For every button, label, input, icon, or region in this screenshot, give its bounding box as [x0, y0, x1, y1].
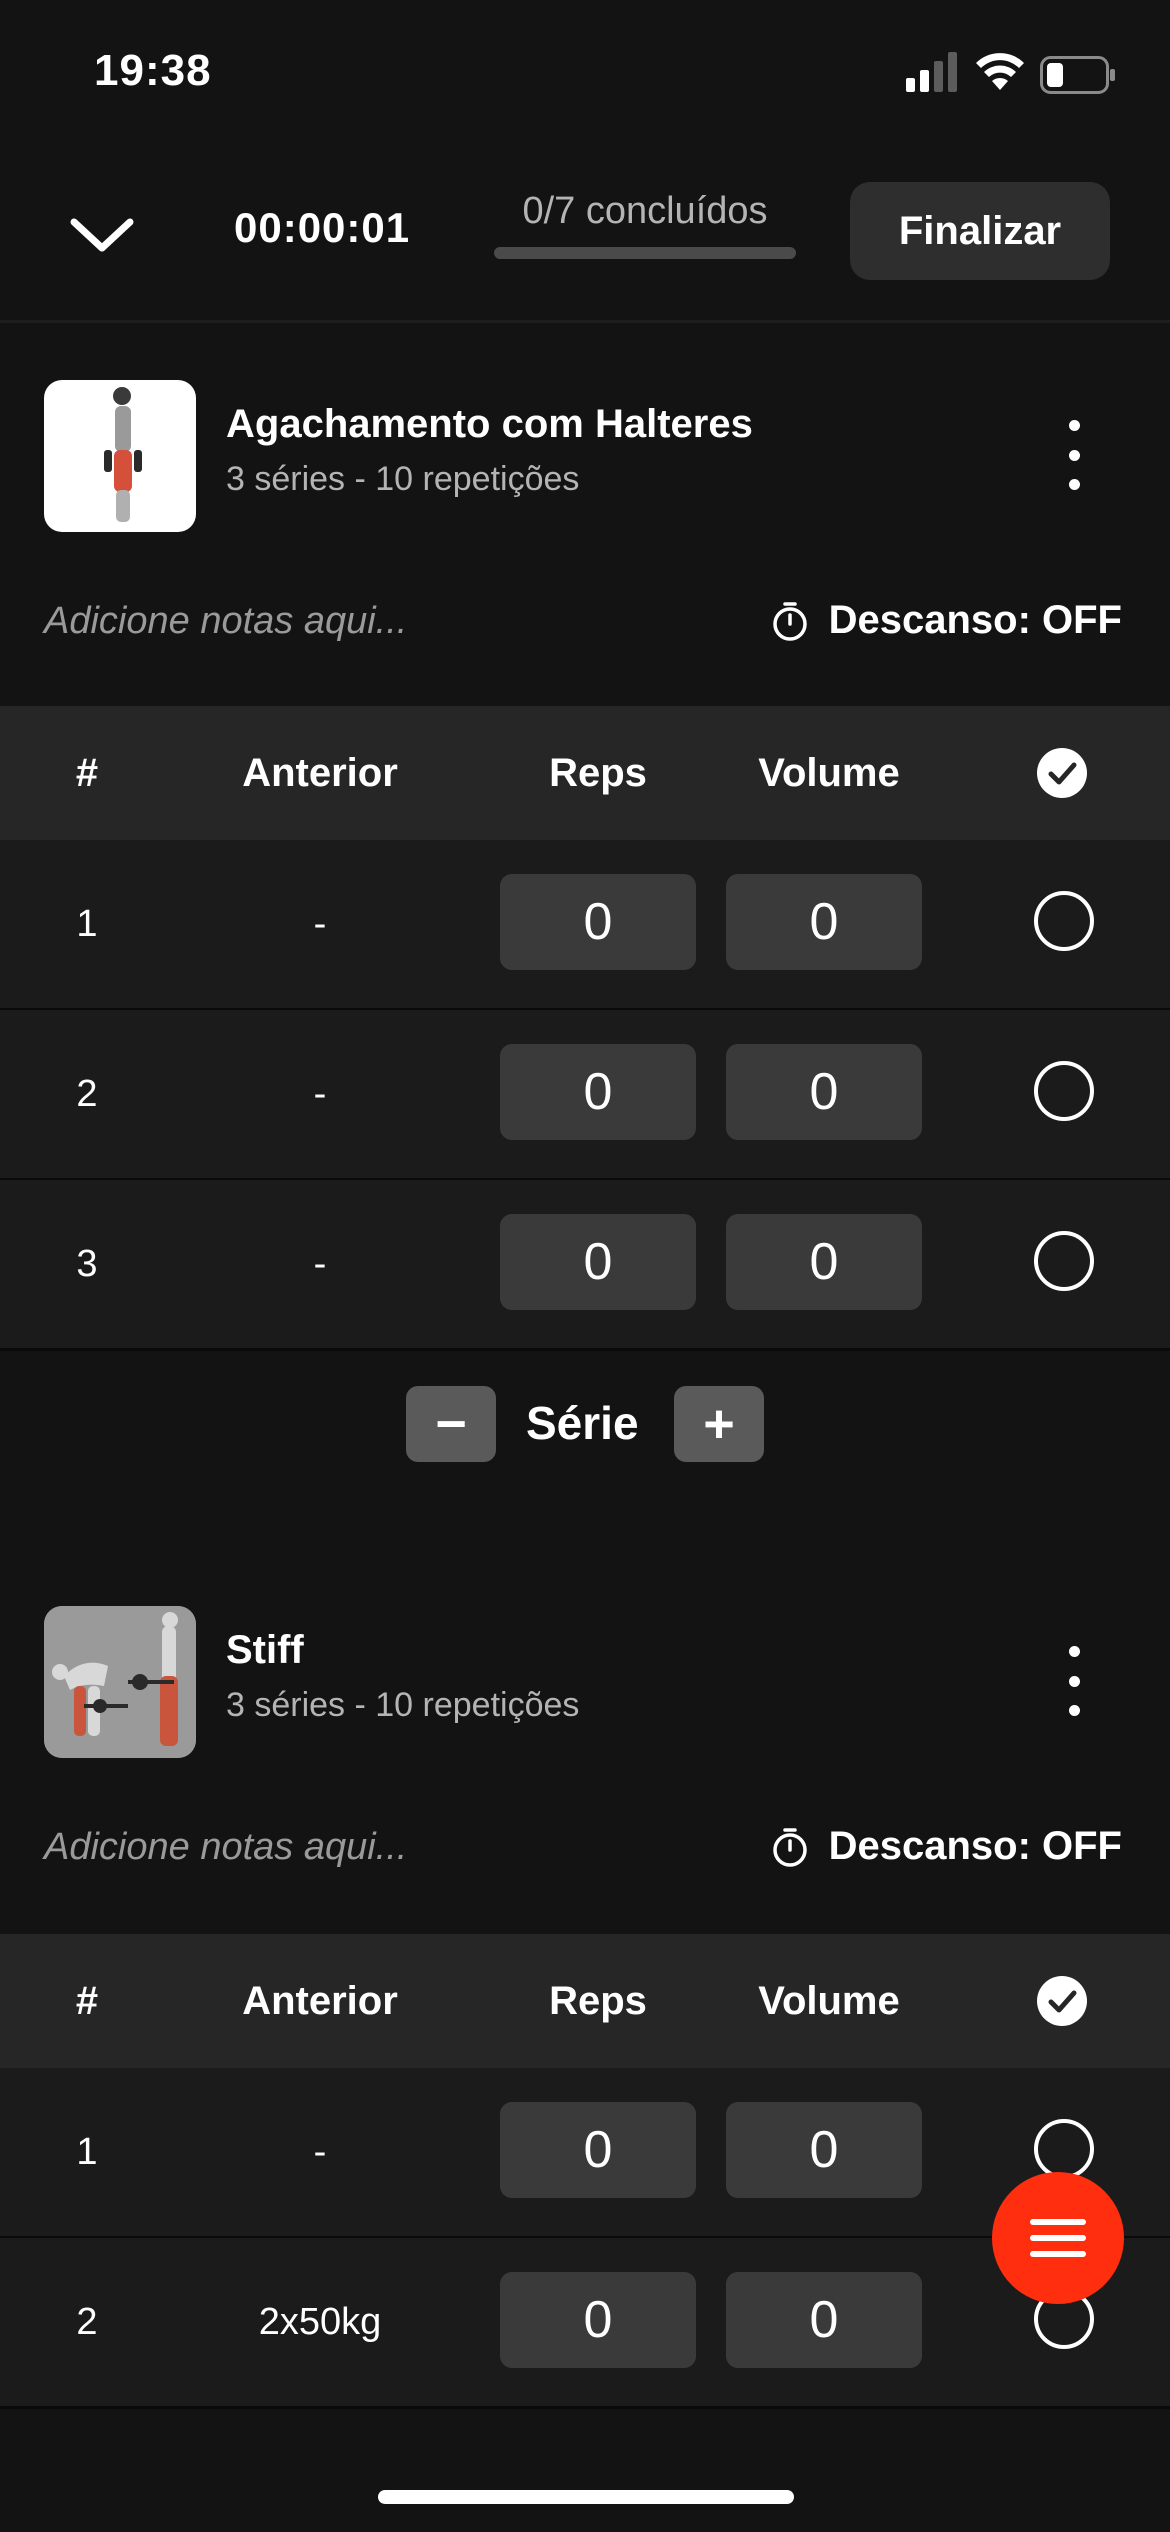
column-volume: Volume: [758, 1978, 900, 2023]
column-num: #: [75, 750, 99, 795]
wifi-icon: [976, 53, 1024, 90]
battery-icon: [1040, 56, 1115, 94]
set-row: 2 2x50kg 0 0: [0, 2238, 1170, 2409]
progress-bar: [494, 247, 796, 259]
column-previous: Anterior: [242, 750, 398, 795]
exercise-subtitle: 3 séries - 10 repetições: [226, 460, 580, 498]
exercise-thumbnail[interactable]: [44, 1606, 196, 1758]
more-options-icon[interactable]: [1056, 1646, 1092, 1716]
set-complete-checkbox[interactable]: [1034, 1061, 1094, 1121]
workout-timer: 00:00:01: [234, 204, 411, 251]
menu-fab-button[interactable]: [992, 2172, 1124, 2304]
progress-label: 0/7 concluídos: [522, 190, 768, 232]
rest-label: Descanso: OFF: [828, 1824, 1122, 1868]
exercise-card: Agachamento com Halteres 3 séries - 10 r…: [0, 320, 1170, 1386]
deadlift-figure-icon: [44, 1606, 196, 1758]
set-row: 2 - 0 0: [0, 1010, 1170, 1181]
set-previous: -: [313, 2130, 327, 2173]
reps-input[interactable]: 0: [500, 874, 696, 970]
check-all-icon[interactable]: [1036, 747, 1088, 799]
set-previous: -: [313, 902, 327, 945]
set-previous: -: [313, 1242, 327, 1285]
column-reps: Reps: [549, 1978, 647, 2023]
set-previous: -: [313, 1072, 327, 1115]
reps-input[interactable]: 0: [500, 2102, 696, 2198]
stopwatch-icon: [772, 1827, 807, 1867]
set-number: 1: [76, 2130, 98, 2173]
volume-input[interactable]: 0: [726, 1044, 922, 1140]
rest-timer-toggle[interactable]: Descanso: OFF: [769, 1824, 1122, 1869]
column-reps: Reps: [549, 750, 647, 795]
set-previous: 2x50kg: [258, 2300, 382, 2343]
exercise-subtitle: 3 séries - 10 repetições: [226, 1686, 580, 1724]
status-time: 19:38: [94, 46, 212, 95]
reps-input[interactable]: 0: [500, 2272, 696, 2368]
set-number: 2: [76, 1072, 98, 1115]
stopwatch-icon: [772, 601, 807, 641]
set-number: 1: [76, 902, 98, 945]
set-row: 1 - 0 0: [0, 840, 1170, 1011]
cellular-signal-icon: [906, 52, 957, 92]
set-row: 3 - 0 0: [0, 1180, 1170, 1351]
volume-input[interactable]: 0: [726, 2272, 922, 2368]
notes-input[interactable]: Adicione notas aqui...: [44, 1826, 407, 1869]
column-volume: Volume: [758, 750, 900, 795]
set-row: 1 - 0 0: [0, 2068, 1170, 2239]
series-label: Série: [526, 1397, 639, 1449]
check-all-icon[interactable]: [1036, 1975, 1088, 2027]
home-indicator[interactable]: [378, 2490, 794, 2504]
set-complete-checkbox[interactable]: [1034, 2119, 1094, 2179]
progress-indicator: 0/7 concluídos: [494, 190, 796, 259]
squat-figure-icon: [104, 387, 142, 522]
notes-input[interactable]: Adicione notas aqui...: [44, 600, 407, 643]
exercise-name[interactable]: Stiff: [226, 1628, 304, 1673]
more-options-icon[interactable]: [1056, 420, 1092, 490]
chevron-down-icon[interactable]: [66, 208, 138, 260]
column-num: #: [75, 1978, 99, 2023]
series-control: − Série +: [0, 1386, 1170, 1466]
volume-input[interactable]: 0: [726, 1214, 922, 1310]
hamburger-menu-icon: [1030, 2219, 1086, 2257]
rest-timer-toggle[interactable]: Descanso: OFF: [769, 598, 1122, 643]
sets-table-header: # Anterior Reps Volume: [0, 706, 1170, 840]
column-previous: Anterior: [242, 1978, 398, 2023]
set-complete-checkbox[interactable]: [1034, 891, 1094, 951]
volume-input[interactable]: 0: [726, 2102, 922, 2198]
reps-input[interactable]: 0: [500, 1044, 696, 1140]
reps-input[interactable]: 0: [500, 1214, 696, 1310]
set-number: 3: [76, 1242, 98, 1285]
exercise-name[interactable]: Agachamento com Halteres: [226, 402, 753, 447]
volume-input[interactable]: 0: [726, 874, 922, 970]
add-series-button[interactable]: +: [674, 1386, 764, 1462]
bottom-safe-area: [0, 2428, 1170, 2532]
set-number: 2: [76, 2300, 98, 2343]
finish-button[interactable]: Finalizar: [850, 182, 1110, 280]
workout-header: 00:00:01 0/7 concluídos Finalizar: [0, 160, 1170, 323]
set-complete-checkbox[interactable]: [1034, 1231, 1094, 1291]
rest-label: Descanso: OFF: [828, 598, 1122, 642]
exercise-card: Stiff 3 séries - 10 repetições Adicione …: [0, 1546, 1170, 2428]
sets-table-header: # Anterior Reps Volume: [0, 1934, 1170, 2068]
remove-series-button[interactable]: −: [406, 1386, 496, 1462]
exercise-thumbnail[interactable]: [44, 380, 196, 532]
status-bar: 19:38: [0, 0, 1170, 150]
